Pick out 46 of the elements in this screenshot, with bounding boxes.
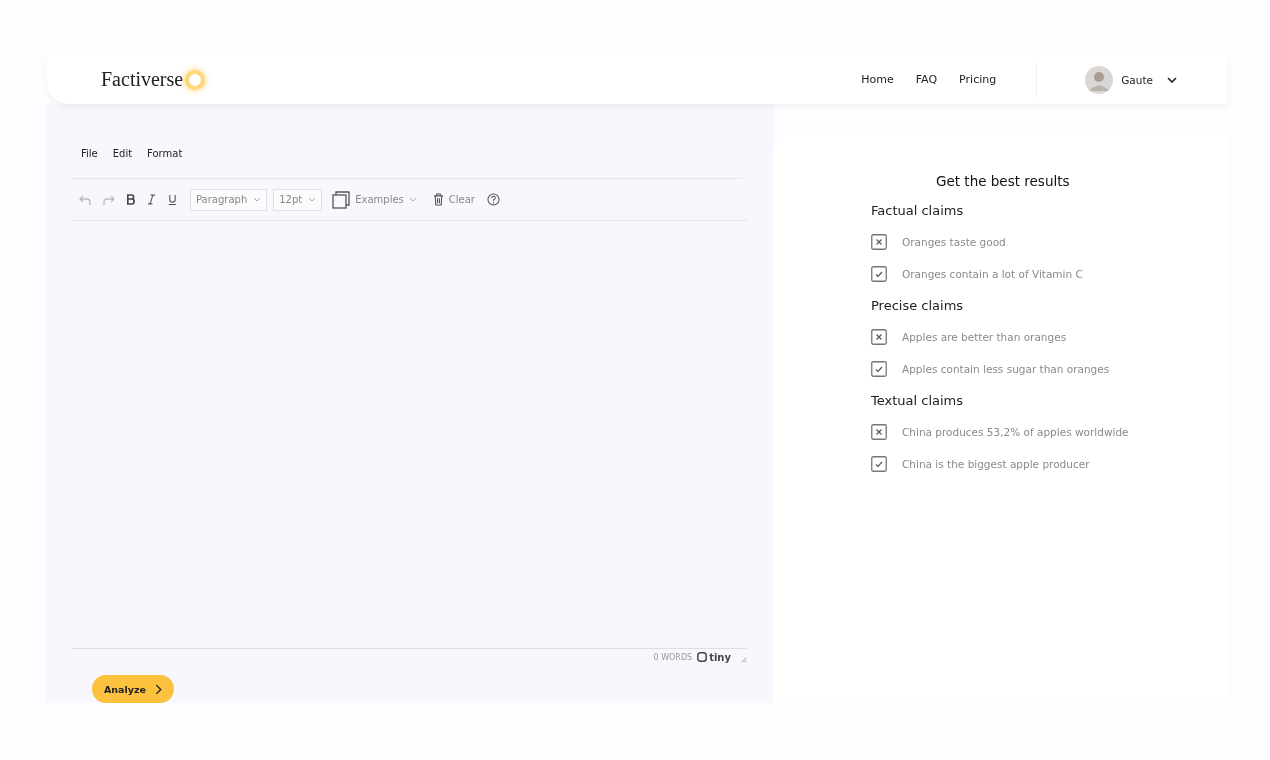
claim-example: Oranges contain a lot of Vitamin C — [902, 268, 1083, 280]
bold-icon[interactable] — [126, 194, 135, 205]
tips-title: Get the best results — [936, 173, 1071, 189]
logo-text[interactable]: Factiverse — [101, 68, 184, 91]
nav-link[interactable]: Pricing — [959, 73, 997, 86]
trash-icon — [432, 193, 444, 206]
chevron-down-icon[interactable] — [1167, 76, 1177, 83]
underline-icon[interactable] — [168, 194, 177, 205]
claim-example: China produces 53,2% of apples worldwide — [902, 426, 1129, 438]
stacked-squares-icon — [332, 190, 351, 209]
section-heading: Textual claims — [871, 393, 964, 408]
claim-example: Oranges taste good — [902, 236, 1006, 248]
cross-box-icon — [871, 234, 887, 250]
nav-link[interactable]: FAQ — [915, 73, 938, 86]
rounded-square-icon — [697, 652, 708, 662]
word-count: 0 WORDS — [653, 652, 693, 662]
claim-example: Apples contain less sugar than oranges — [902, 363, 1110, 375]
editor-brand[interactable]: tiny — [697, 651, 731, 663]
italic-icon[interactable] — [148, 194, 155, 205]
chevron-right-icon — [154, 683, 162, 695]
sun-circle-icon — [185, 69, 206, 90]
user-name[interactable]: Gaute — [1121, 73, 1153, 86]
claim-example: China is the biggest apple producer — [902, 458, 1090, 470]
font-size-dropdown[interactable]: 12pt — [273, 188, 323, 211]
chevron-down-icon — [253, 197, 262, 202]
menu-item[interactable]: Format — [147, 148, 183, 178]
chevron-down-icon — [408, 197, 417, 202]
avatar-icon[interactable] — [1085, 65, 1114, 94]
resize-handle-icon[interactable] — [740, 656, 747, 663]
analyze-button[interactable]: Analyze — [92, 675, 174, 703]
nav-link[interactable]: Home — [861, 73, 894, 86]
menu-item[interactable]: File — [81, 148, 98, 178]
chevron-down-icon — [308, 197, 317, 202]
cross-box-icon — [871, 329, 887, 345]
menu-item[interactable]: Edit — [112, 148, 133, 178]
block-format-dropdown[interactable]: Paragraph — [190, 188, 268, 211]
examples-button[interactable]: Examples — [328, 190, 421, 209]
section-heading: Factual claims — [871, 203, 965, 218]
help-icon[interactable] — [487, 193, 500, 206]
claim-example: Apples are better than oranges — [902, 331, 1067, 343]
section-heading: Precise claims — [871, 298, 965, 313]
cross-box-icon — [871, 424, 887, 440]
check-box-icon — [871, 456, 887, 472]
check-box-icon — [871, 266, 887, 282]
clear-button[interactable]: Clear — [428, 193, 479, 206]
check-box-icon — [871, 361, 887, 377]
